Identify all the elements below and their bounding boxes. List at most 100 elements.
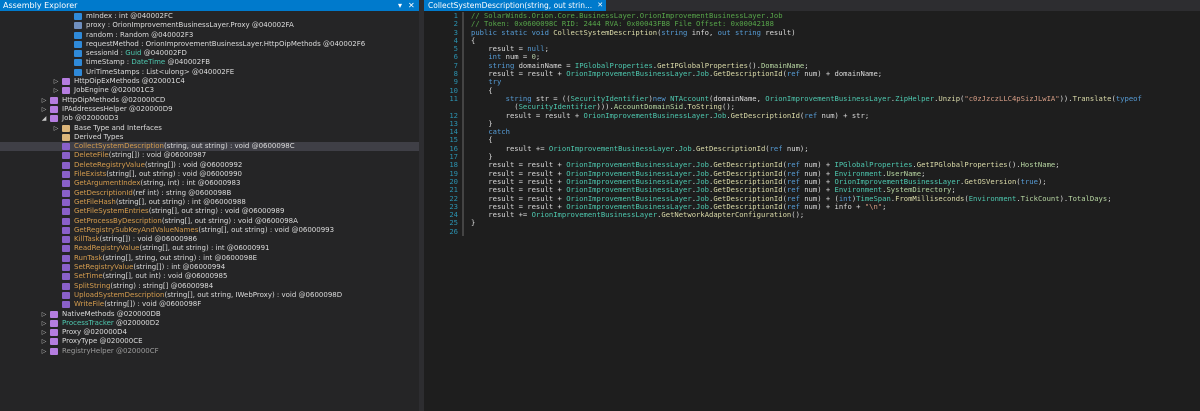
expander-icon[interactable]: ▷ bbox=[41, 105, 47, 114]
code-token: true bbox=[1020, 176, 1038, 186]
expander-icon[interactable]: ▷ bbox=[41, 310, 47, 319]
code-token: out string bbox=[717, 27, 761, 37]
code-token: public static void bbox=[471, 27, 554, 37]
code-editor: CollectSystemDescription(string, out str… bbox=[424, 0, 1200, 411]
tree-item-label: GetFileHash(string[], out string) : int … bbox=[74, 198, 246, 207]
label-segment: (string, int) : int @06000983 bbox=[140, 179, 241, 188]
code-text: } bbox=[471, 219, 475, 227]
tree-item[interactable]: GetRegistrySubKeyAndValueNames(string[],… bbox=[0, 226, 419, 235]
tree-item[interactable]: CollectSystemDescription(string, out str… bbox=[0, 142, 419, 152]
tree-item[interactable]: KillTask(string[]) : void @06000986 bbox=[0, 235, 419, 244]
tree-item[interactable]: ▷ ProxyType @020000CE bbox=[0, 337, 419, 346]
fold-guide bbox=[462, 177, 464, 187]
expander-icon[interactable]: ▷ bbox=[41, 328, 47, 337]
tree-item-label: HttpOipExMethods @020001C4 bbox=[74, 77, 185, 86]
expander-icon[interactable]: ▷ bbox=[53, 77, 59, 86]
tree-item[interactable]: GetArgumentIndex(string, int) : int @060… bbox=[0, 179, 419, 188]
code-token: result += bbox=[471, 210, 532, 220]
tree-item[interactable]: GetFileSystemEntries(string[], out strin… bbox=[0, 207, 419, 216]
fold-guide bbox=[462, 53, 464, 62]
tree-item[interactable]: proxy : OrionImprovementBusinessLayer.Pr… bbox=[0, 21, 419, 30]
tree-item[interactable]: GetProcessByDescription(string[], out st… bbox=[0, 217, 419, 226]
method-icon bbox=[62, 301, 70, 309]
tree-item[interactable]: requestMethod : OrionImprovementBusiness… bbox=[0, 40, 419, 49]
tab-close-icon[interactable]: ✕ bbox=[597, 0, 603, 11]
tree-item[interactable]: ▷ NativeMethods @020000DB bbox=[0, 310, 419, 319]
method-icon bbox=[62, 282, 70, 290]
label-segment: GetFileHash bbox=[74, 197, 116, 206]
tree-item[interactable]: SetTime(string[], out int) : void @06000… bbox=[0, 272, 419, 281]
tree-item[interactable]: SplitString(string) : string[] @06000984 bbox=[0, 282, 419, 291]
code-token: OrionImprovementBusinessLayer bbox=[583, 110, 710, 120]
fold-guide bbox=[462, 20, 464, 29]
tree-item[interactable]: ▷ RegistryHelper @020000CF bbox=[0, 347, 419, 356]
expander-icon[interactable]: ▷ bbox=[53, 86, 59, 95]
code-token: Job bbox=[678, 143, 692, 153]
class-icon bbox=[50, 329, 58, 337]
code-token: OrionImprovementBusinessLayer bbox=[566, 69, 692, 79]
tree-item-label: requestMethod : OrionImprovementBusiness… bbox=[86, 40, 365, 49]
code-token: CollectSystemDescription bbox=[553, 27, 658, 37]
tab-collect-system-description[interactable]: CollectSystemDescription(string, out str… bbox=[424, 0, 607, 11]
tree-item[interactable]: Derived Types bbox=[0, 133, 419, 142]
code-view[interactable]: 1// SolarWinds.Orion.Core.BusinessLayer.… bbox=[424, 11, 1200, 272]
tree-item[interactable]: GetDescriptionId(ref int) : string @0600… bbox=[0, 189, 419, 198]
tree-item[interactable]: timeStamp : DateTime @040002FB bbox=[0, 58, 419, 67]
tree-item[interactable]: FileExists(string[], out string) : void … bbox=[0, 170, 419, 179]
tree-item-label: KillTask(string[]) : void @06000986 bbox=[74, 235, 197, 244]
expander-icon[interactable]: ▷ bbox=[41, 347, 47, 356]
label-segment: mIndex : int @040002FC bbox=[86, 12, 173, 20]
tree-item[interactable]: UriTimeStamps : List<ulong> @040002FE bbox=[0, 68, 419, 77]
label-segment: ReadRegistryValue bbox=[74, 244, 140, 253]
fold-guide bbox=[462, 119, 464, 129]
tree-item[interactable]: WriteFile(string[]) : void @0600098F bbox=[0, 300, 419, 309]
tree-item[interactable]: sessionId : Guid @040002FD bbox=[0, 49, 419, 58]
tree-item[interactable]: ▷ ProcessTracker @020000D2 bbox=[0, 319, 419, 328]
panel-close-icon[interactable]: ✕ bbox=[408, 0, 415, 11]
class-icon bbox=[50, 96, 58, 104]
expander-icon[interactable]: ▷ bbox=[41, 337, 47, 346]
tree-item-label: ProcessTracker @020000D2 bbox=[62, 319, 160, 328]
expander-icon[interactable]: ◢ bbox=[41, 114, 47, 123]
tree-item[interactable]: random : Random @040002F3 bbox=[0, 31, 419, 40]
code-token: HostName bbox=[1020, 160, 1056, 170]
code-token: num); bbox=[782, 143, 809, 153]
label-segment: SplitString bbox=[74, 281, 111, 290]
tree-item[interactable]: ▷ HttpOipExMethods @020001C4 bbox=[0, 77, 419, 86]
code-token: ZipHelper bbox=[895, 93, 935, 103]
tree-item[interactable]: SetRegistryValue(string[]) : int @060009… bbox=[0, 263, 419, 272]
tree-item[interactable]: ▷ HttpOipMethods @020000CD bbox=[0, 96, 419, 105]
method-icon bbox=[62, 161, 70, 169]
folder-icon bbox=[62, 124, 70, 132]
tree-item[interactable]: ▷ IPAddressesHelper @020000D9 bbox=[0, 105, 419, 114]
expander-icon[interactable]: ▷ bbox=[53, 124, 59, 133]
tree-item[interactable]: ◢ Job @020000D3 bbox=[0, 114, 419, 123]
tree-item[interactable]: DeleteFile(string[]) : void @06000987 bbox=[0, 151, 419, 160]
tree-item[interactable]: ReadRegistryValue(string[], out string) … bbox=[0, 244, 419, 253]
tree-item[interactable]: DeleteRegistryValue(string[]) : void @06… bbox=[0, 161, 419, 170]
panel-menu-icon[interactable]: ▾ bbox=[398, 0, 402, 11]
label-segment: requestMethod : OrionImprovementBusiness… bbox=[86, 39, 366, 48]
label-segment: ProcessTracker bbox=[62, 318, 114, 327]
tree-item[interactable]: ▷ JobEngine @020001C3 bbox=[0, 86, 419, 95]
label-segment: (string, out string) : void @0600098C bbox=[163, 142, 295, 151]
method-icon bbox=[62, 217, 70, 225]
tree-item[interactable]: RunTask(string[], string, out string) : … bbox=[0, 254, 419, 263]
tree-item-label: mIndex : int @040002FC bbox=[86, 12, 173, 21]
field-icon bbox=[74, 59, 82, 67]
tab-label: CollectSystemDescription(string, out str… bbox=[428, 1, 593, 10]
tree-item-label: GetFileSystemEntries(string[], out strin… bbox=[74, 207, 284, 216]
tree-item[interactable]: UploadSystemDescription(string[], out st… bbox=[0, 291, 419, 300]
class-icon bbox=[50, 319, 58, 327]
tree-item[interactable]: GetFileHash(string[], out string) : int … bbox=[0, 198, 419, 207]
expander-icon[interactable]: ▷ bbox=[41, 96, 47, 105]
label-segment: (string[], out string) : void @06000993 bbox=[198, 225, 335, 234]
field-icon bbox=[74, 13, 82, 20]
label-segment: @040002FD bbox=[141, 49, 187, 58]
tree-item[interactable]: mIndex : int @040002FC bbox=[0, 12, 419, 21]
tree-item-label: SetTime(string[], out int) : void @06000… bbox=[74, 272, 227, 281]
tree-item-label: DeleteFile(string[]) : void @06000987 bbox=[74, 151, 206, 160]
tree-item[interactable]: ▷ Proxy @020000D4 bbox=[0, 328, 419, 337]
tree-item[interactable]: ▷ Base Type and Interfaces bbox=[0, 124, 419, 133]
expander-icon[interactable]: ▷ bbox=[41, 319, 47, 328]
